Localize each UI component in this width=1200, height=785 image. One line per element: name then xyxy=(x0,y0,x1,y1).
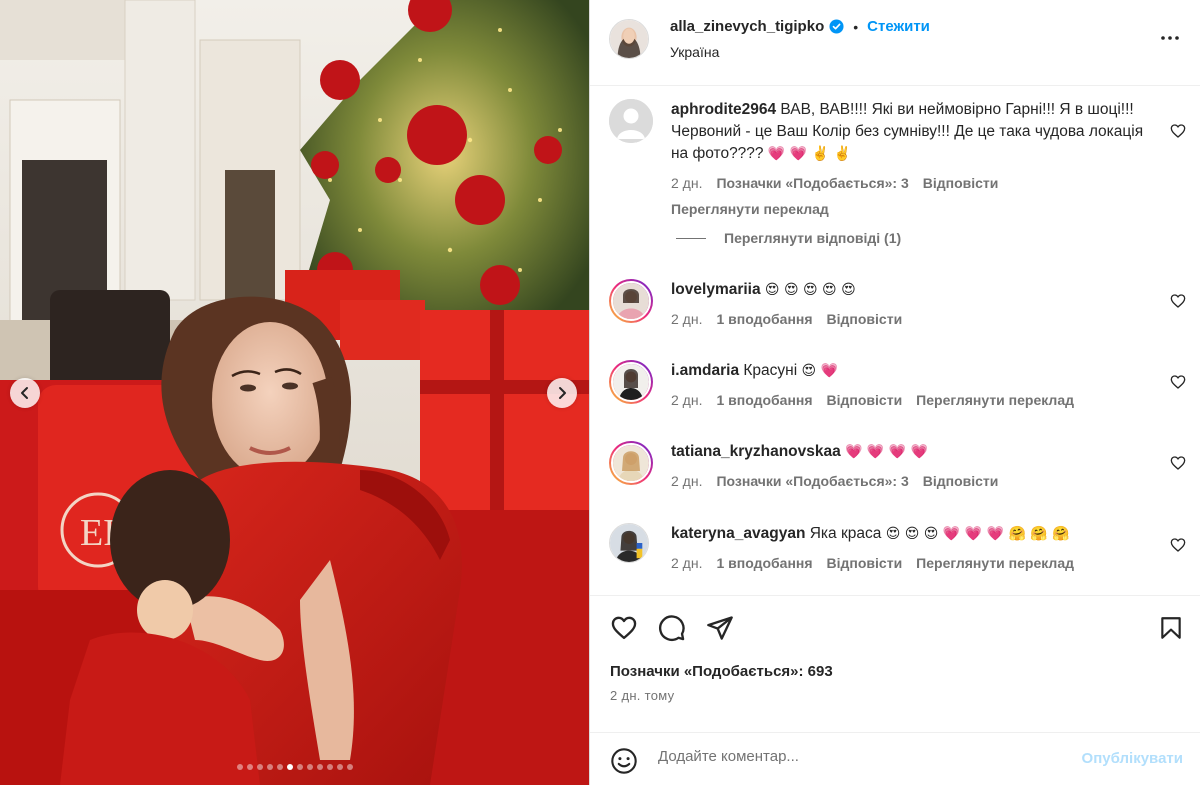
verified-badge-icon xyxy=(829,19,844,34)
publish-comment-button[interactable]: Опублікувати xyxy=(1082,750,1183,767)
carousel-dot xyxy=(276,764,283,770)
comment-like-heart-icon[interactable] xyxy=(1170,537,1186,553)
comment-emojis: 😍 😍 😍 💗 💗 💗 🤗 🤗 🤗 xyxy=(885,526,1070,542)
post-photo[interactable]: ER xyxy=(0,0,589,785)
comment-time[interactable]: 2 дн. xyxy=(671,389,702,411)
header-separator: • xyxy=(853,18,859,35)
comment-likes[interactable]: Позначки «Подобається»: 3 xyxy=(716,172,908,194)
post-time[interactable]: 2 дн. тому xyxy=(610,688,674,703)
comment-username[interactable]: aphrodite2964 xyxy=(671,101,776,118)
likes-count[interactable]: Позначки «Подобається»: 693 xyxy=(610,663,833,680)
carousel-dot xyxy=(246,764,253,770)
chevron-right-icon xyxy=(559,387,566,399)
commenter-avatar-image xyxy=(610,524,648,562)
comment-translate-link[interactable]: Переглянути переклад xyxy=(671,198,1154,220)
comment-reply-button[interactable]: Відповісти xyxy=(923,172,999,194)
author-username[interactable]: alla_zinevych_tigipko xyxy=(670,18,824,35)
comment-reply-button[interactable]: Відповісти xyxy=(923,470,999,492)
comment-reply-button[interactable]: Відповісти xyxy=(827,389,903,411)
comment-reply-button[interactable]: Відповісти xyxy=(827,308,903,330)
comment-username[interactable]: kateryna_avagyan xyxy=(671,525,805,542)
comment-time[interactable]: 2 дн. xyxy=(671,470,702,492)
comment-time[interactable]: 2 дн. xyxy=(671,308,702,330)
replies-divider xyxy=(676,237,706,239)
comment-like-heart-icon[interactable] xyxy=(1170,123,1186,139)
share-send-icon[interactable] xyxy=(706,614,734,642)
comment-username[interactable]: i.amdaria xyxy=(671,362,739,379)
like-heart-icon[interactable] xyxy=(610,614,638,642)
commenter-avatar[interactable] xyxy=(609,360,653,404)
commenter-avatar[interactable] xyxy=(609,99,653,143)
commenter-avatar[interactable] xyxy=(609,441,653,485)
author-avatar[interactable] xyxy=(609,19,649,59)
comment-likes[interactable]: 1 вподобання xyxy=(716,552,812,574)
carousel-next-button[interactable] xyxy=(547,378,577,408)
carousel-dot xyxy=(256,764,263,770)
carousel-dot xyxy=(316,764,323,770)
follow-button[interactable]: Стежити xyxy=(867,18,930,35)
post-actions: Позначки «Подобається»: 693 2 дн. тому О… xyxy=(590,595,1200,785)
photo-image: ER xyxy=(0,0,589,785)
carousel-dot xyxy=(346,764,353,770)
more-options-button[interactable] xyxy=(1160,28,1180,51)
default-avatar-icon xyxy=(609,99,653,143)
commenter-avatar-image xyxy=(613,283,649,319)
carousel-dot xyxy=(336,764,343,770)
more-horizontal-icon xyxy=(1161,36,1179,40)
comment-emojis: 😍 😍 😍 😍 😍 xyxy=(764,282,856,298)
comment-likes[interactable]: Позначки «Подобається»: 3 xyxy=(716,470,908,492)
carousel-dots xyxy=(0,764,589,770)
comment-time[interactable]: 2 дн. xyxy=(671,552,702,574)
comment-like-heart-icon[interactable] xyxy=(1170,374,1186,390)
comment-input[interactable] xyxy=(658,748,1038,765)
comment-translate-link[interactable]: Переглянути переклад xyxy=(916,389,1074,411)
commenter-avatar-image xyxy=(613,364,649,400)
comment-translate-link[interactable]: Переглянути переклад xyxy=(916,552,1074,574)
commenter-avatar[interactable] xyxy=(609,279,653,323)
comment-likes[interactable]: 1 вподобання xyxy=(716,389,812,411)
commenter-avatar[interactable] xyxy=(609,523,649,563)
comment-reply-button[interactable]: Відповісти xyxy=(827,552,903,574)
comments-list: aphrodite2964 ВАВ, ВАВ!!!! Які ви неймов… xyxy=(590,86,1200,595)
post-side-panel: alla_zinevych_tigipko • Стежити Україна xyxy=(589,0,1200,785)
post-header: alla_zinevych_tigipko • Стежити Україна xyxy=(590,0,1200,86)
chevron-left-icon xyxy=(21,387,28,399)
save-bookmark-icon[interactable] xyxy=(1158,614,1184,642)
comment-emojis: 😍 💗 xyxy=(801,363,838,379)
commenter-avatar-image xyxy=(613,445,649,481)
comment-text: Красуні xyxy=(743,362,798,379)
carousel-dot xyxy=(266,764,273,770)
view-replies-label: Переглянути відповіді (1) xyxy=(724,230,902,246)
comment-emojis: 💗 💗 ✌️ ✌️ xyxy=(767,146,851,162)
carousel-dot xyxy=(236,764,243,770)
author-avatar-image xyxy=(610,20,648,58)
carousel-dot xyxy=(326,764,333,770)
comment-time[interactable]: 2 дн. xyxy=(671,172,702,194)
carousel-dot xyxy=(296,764,303,770)
emoji-smile-icon[interactable] xyxy=(610,747,638,775)
post-location[interactable]: Україна xyxy=(670,44,719,60)
comment-like-heart-icon[interactable] xyxy=(1170,293,1186,309)
comment-username[interactable]: tatiana_kryzhanovskaa xyxy=(671,443,841,460)
carousel-dot xyxy=(286,764,293,770)
comment-like-heart-icon[interactable] xyxy=(1170,455,1186,471)
comment-bubble-icon[interactable] xyxy=(658,614,686,642)
comment-emojis: 💗 💗 💗 💗 xyxy=(845,444,929,460)
comment-username[interactable]: lovelymariia xyxy=(671,281,761,298)
carousel-prev-button[interactable] xyxy=(10,378,40,408)
comment-composer: Опублікувати xyxy=(590,732,1200,785)
view-replies-button[interactable]: Переглянути відповіді (1) xyxy=(676,230,901,246)
carousel-dot xyxy=(306,764,313,770)
comment-text: Яка краса xyxy=(809,525,882,542)
comment-likes[interactable]: 1 вподобання xyxy=(716,308,812,330)
